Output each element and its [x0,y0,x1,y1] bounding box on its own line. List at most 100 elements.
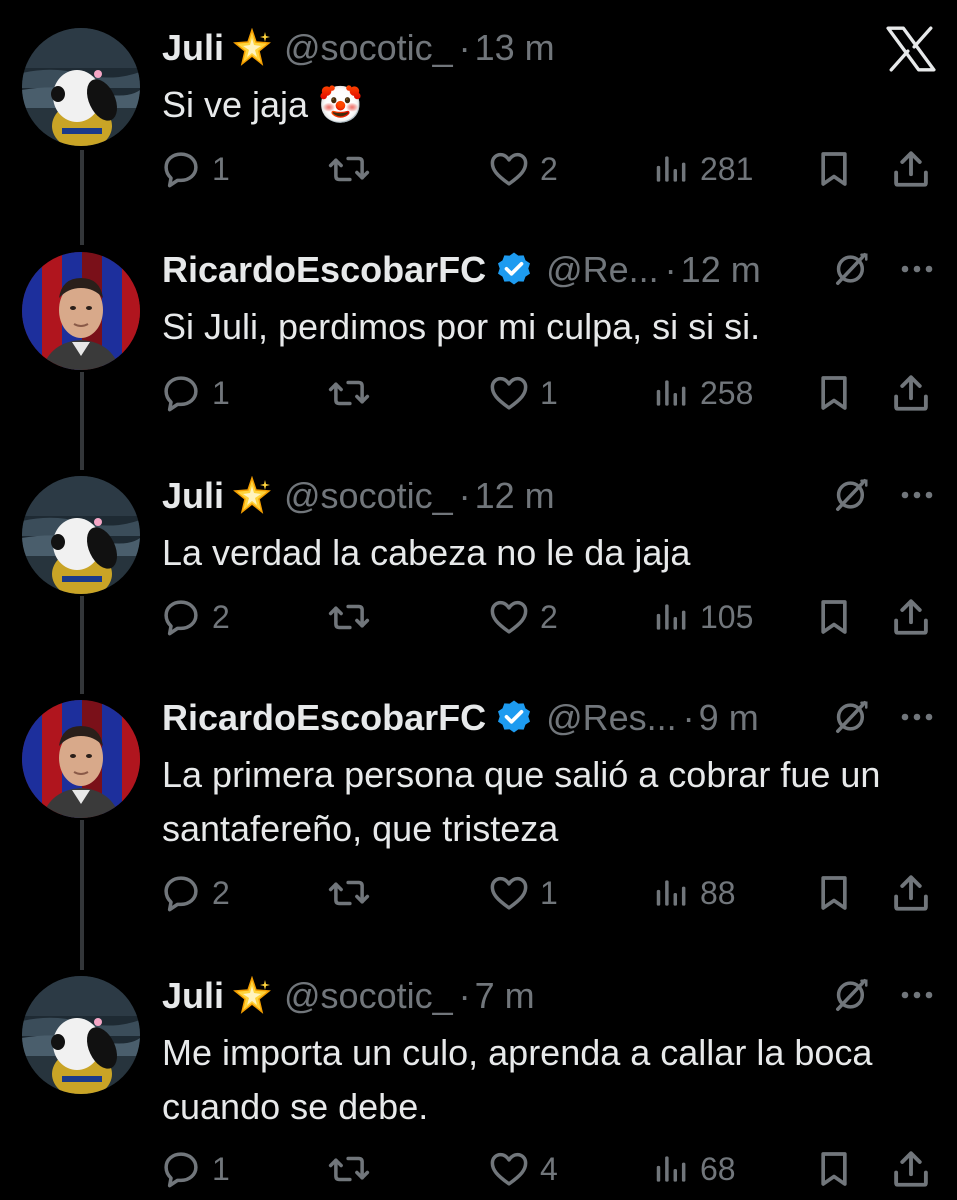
share-button[interactable] [890,1144,932,1194]
author-handle[interactable]: @socotic_ [284,22,453,74]
grok-icon[interactable] [833,250,871,288]
thread-line [80,820,84,970]
like-count: 1 [540,374,558,411]
view-count: 105 [700,598,754,635]
avatar[interactable] [22,28,140,146]
reply-button[interactable]: 1 [160,368,230,418]
reply-button[interactable]: 1 [160,1144,230,1194]
author-name[interactable]: RicardoEscobarFC [162,244,486,296]
like-button[interactable]: 2 [488,144,558,194]
bookmark-button[interactable] [814,592,854,642]
like-button[interactable]: 1 [488,868,558,918]
timestamp[interactable]: 12 m [475,470,555,522]
reply-count: 2 [212,874,230,911]
tweet-header: RicardoEscobarFC @Re... · 12 m [162,244,761,296]
action-bar: 1 2 281 [160,144,940,194]
views-icon [652,150,690,188]
author-name[interactable]: Juli [162,970,224,1022]
bookmark-button[interactable] [814,144,854,194]
reply-button[interactable]: 2 [160,868,230,918]
views-icon [652,598,690,636]
action-bar: 2 2 105 [160,592,940,642]
more-icon[interactable] [899,251,935,287]
share-button[interactable] [890,868,932,918]
retweet-button[interactable] [328,868,370,918]
more-icon[interactable] [899,977,935,1013]
more-icon[interactable] [899,699,935,735]
tweet-header: Juli @socotic_ · 7 m [162,970,535,1022]
verified-icon [494,698,534,738]
header-actions [833,976,935,1014]
share-icon [890,1148,932,1190]
bookmark-icon [814,873,854,913]
grok-icon[interactable] [833,698,871,736]
retweet-button[interactable] [328,592,370,642]
reply-icon [160,872,202,914]
sparkle-star-icon [232,28,272,68]
action-bar: 2 1 88 [160,868,940,918]
share-icon [890,872,932,914]
reply-button[interactable]: 1 [160,144,230,194]
views-button[interactable]: 68 [652,1144,736,1194]
bookmark-icon [814,373,854,413]
views-button[interactable]: 105 [652,592,753,642]
sparkle-star-icon [232,976,272,1016]
author-handle[interactable]: @Re... [546,244,659,296]
bookmark-icon [814,149,854,189]
author-handle[interactable]: @Res... [546,692,677,744]
share-button[interactable] [890,368,932,418]
tweet-text: La verdad la cabeza no le da jaja [162,532,691,573]
retweet-button[interactable] [328,368,370,418]
author-name[interactable]: Juli [162,22,224,74]
separator-dot: · [664,249,677,290]
author-name[interactable]: Juli [162,470,224,522]
share-icon [890,372,932,414]
like-count: 2 [540,150,558,187]
like-button[interactable]: 4 [488,1144,558,1194]
reply-button[interactable]: 2 [160,592,230,642]
views-button[interactable]: 281 [652,144,753,194]
heart-icon [488,596,530,638]
avatar[interactable] [22,700,140,818]
avatar[interactable] [22,976,140,1094]
bookmark-button[interactable] [814,368,854,418]
avatar[interactable] [22,252,140,370]
view-count: 258 [700,374,754,411]
views-button[interactable]: 258 [652,368,753,418]
like-button[interactable]: 2 [488,592,558,642]
retweet-button[interactable] [328,1144,370,1194]
avatar[interactable] [22,476,140,594]
bookmark-button[interactable] [814,1144,854,1194]
reply-icon [160,372,202,414]
retweet-icon [328,148,370,190]
author-handle[interactable]: @socotic_ [284,970,453,1022]
more-icon[interactable] [899,477,935,513]
grok-icon[interactable] [833,976,871,1014]
like-button[interactable]: 1 [488,368,558,418]
x-logo-icon[interactable] [886,26,936,72]
reply-count: 1 [212,1150,230,1187]
grok-icon[interactable] [833,476,871,514]
thread-line [80,596,84,694]
author-name[interactable]: RicardoEscobarFC [162,692,486,744]
views-button[interactable]: 88 [652,868,736,918]
tweet-header: Juli @socotic_ · 13 m [162,22,555,74]
separator-dot: · [458,475,471,516]
retweet-button[interactable] [328,144,370,194]
timestamp[interactable]: 12 m [681,244,761,296]
views-icon [652,1150,690,1188]
tweet-text: Si ve jaja 🤡 [162,84,363,125]
share-button[interactable] [890,592,932,642]
views-icon [652,874,690,912]
author-handle[interactable]: @socotic_ [284,470,453,522]
like-count: 4 [540,1150,558,1187]
view-count: 88 [700,874,736,911]
share-icon [890,596,932,638]
heart-icon [488,148,530,190]
timestamp[interactable]: 7 m [475,970,535,1022]
share-button[interactable] [890,144,932,194]
timestamp[interactable]: 13 m [475,22,555,74]
bookmark-button[interactable] [814,868,854,918]
timestamp[interactable]: 9 m [699,692,759,744]
sparkle-star-icon [232,476,272,516]
